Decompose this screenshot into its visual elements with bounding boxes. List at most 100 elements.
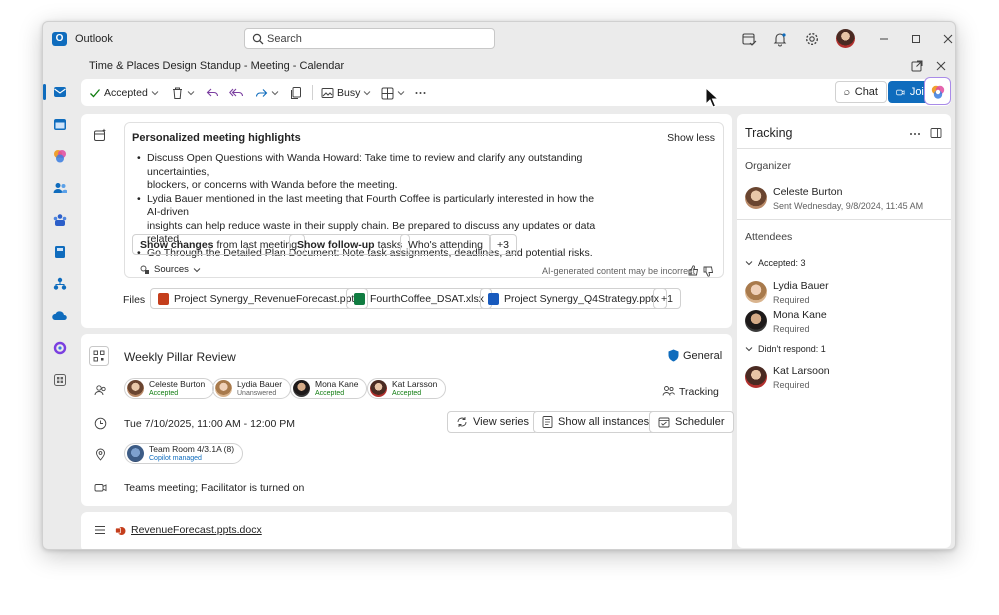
file-chip[interactable]: Project Synergy_Q4Strategy.pptx [480,288,668,309]
categorize-dropdown[interactable] [381,85,405,101]
onedrive-icon[interactable] [52,308,68,324]
outlook-window: O Outlook Search Time & Places Design St… [42,21,956,550]
calendar-checklist-icon[interactable] [741,31,757,47]
gear-icon[interactable] [804,31,820,47]
panel-toggle-icon[interactable] [930,127,942,139]
chevron-down-icon [151,91,159,96]
bell-icon[interactable] [772,31,788,47]
whos-attending-chip[interactable]: Who's attending [400,234,491,255]
attendees-label: Attendees [745,231,793,243]
more-apps-icon[interactable] [52,372,68,388]
loop-file-icon [115,527,126,535]
highlight-item: Discuss Open Questions with Wanda Howard… [137,152,607,193]
viva-icon[interactable] [52,340,68,356]
thumbs-down-icon[interactable] [703,266,714,277]
user-avatar[interactable] [836,29,855,48]
window-subtitle: Time & Places Design Standup - Meeting -… [89,60,345,72]
attachments-card: RevenueForecast.ppts.docx [81,512,732,549]
attachment-link[interactable]: RevenueForecast.ppts.docx [131,524,262,536]
calendar-icon[interactable] [52,116,68,132]
view-series-button[interactable]: View series [447,411,539,433]
grid-icon [381,87,394,99]
chat-icon [844,89,850,95]
attendee-chip[interactable]: Lydia Bauer Unanswered [212,378,292,399]
org-chart-icon[interactable] [52,276,68,292]
video-camera-icon [896,89,905,95]
room-chip[interactable]: Team Room 4/3.1A (8) Copilot managed [124,443,244,464]
meeting-title: Weekly Pillar Review [124,350,236,364]
avatar [370,380,387,397]
avatar [127,380,144,397]
copilot-rail-icon[interactable] [52,148,68,164]
people-icon[interactable] [52,180,68,196]
mouse-cursor-icon [705,87,719,108]
show-less-link[interactable]: Show less [667,132,715,144]
copy-icon[interactable] [290,85,302,101]
show-all-instances-button[interactable]: Show all instances [533,411,659,433]
organizer-label: Organizer [745,160,792,172]
attendee-chip[interactable]: Celeste Burton Accepted [124,378,215,399]
organizer-person[interactable]: Celeste Burton Sent Wednesday, 9/8/2024, … [745,186,923,211]
search-placeholder: Search [267,33,302,45]
room-avatar [127,445,144,462]
highlights-box: Personalized meeting highlights Show les… [124,122,724,278]
checkmark-icon [90,89,100,98]
attendee-chip[interactable]: Kat Larsson Accepted [367,378,447,399]
close-panel-icon[interactable] [933,58,949,74]
title-bar: O Outlook Search [43,22,956,56]
file-chip[interactable]: Project Synergy_RevenueForecast.pptx [150,288,368,309]
location-icon [96,448,105,461]
highlights-title: Personalized meeting highlights [132,132,301,144]
reply-all-icon[interactable] [229,85,244,101]
sources-dropdown[interactable]: Sources [140,264,201,275]
more-files-chip[interactable]: +1 [653,288,681,309]
minimize-icon[interactable] [876,31,892,47]
accepted-group-toggle[interactable]: Accepted: 3 [745,258,806,268]
more-options-icon[interactable] [909,128,921,140]
attendee-row[interactable]: Kat Larsoon Required [745,365,830,390]
lines-icon [95,526,105,534]
chevron-down-icon [271,91,279,96]
ai-disclaimer: AI-generated content may be incorrect [542,266,696,276]
show-changes-chip[interactable]: Show changes from last meeting [132,234,306,255]
scheduler-button[interactable]: Scheduler [649,411,734,433]
trash-icon [173,87,182,99]
shield-icon [668,349,679,362]
tracking-link[interactable]: Tracking [679,386,719,398]
chat-button[interactable]: Chat [835,81,887,103]
maximize-icon[interactable] [908,31,924,47]
groups-icon[interactable] [52,212,68,228]
forward-dropdown[interactable] [255,85,279,101]
more-options-icon[interactable] [414,85,427,101]
attendee-row[interactable]: Mona Kane Required [745,309,827,334]
show-follow-up-chip[interactable]: Show follow-up tasks [289,234,411,255]
attendee-chip[interactable]: Mona Kane Accepted [290,378,368,399]
attendee-row[interactable]: Lydia Bauer Required [745,280,829,305]
meeting-details-card: Weekly Pillar Review General Celeste Bur… [81,334,734,506]
outlook-logo-icon: O [52,32,67,46]
delete-dropdown[interactable] [171,85,195,101]
file-chip[interactable]: FourthCoffee_DSAT.xlsx [346,288,492,309]
avatar [745,366,767,388]
no-response-group-toggle[interactable]: Didn't respond: 1 [745,344,826,354]
mail-icon[interactable] [52,84,68,100]
avatar [293,380,310,397]
powerpoint-file-icon [158,292,169,305]
forward-icon [255,88,268,97]
close-window-icon[interactable] [940,31,956,47]
app-name: Outlook [75,33,113,45]
accepted-dropdown[interactable]: Accepted [89,85,159,101]
sensitivity-label[interactable]: General [683,350,722,362]
pop-out-icon[interactable] [909,58,925,74]
thumbs-up-icon[interactable] [688,265,699,276]
avatar [745,187,767,209]
copilot-button[interactable] [924,77,951,105]
meeting-qr-icon [89,346,109,366]
video-icon [94,484,107,492]
rail-selection-indicator [43,84,46,100]
more-chips-chip[interactable]: +3 [489,234,517,255]
busy-dropdown[interactable]: Busy [321,85,371,101]
search-box[interactable]: Search [244,28,495,49]
reply-icon[interactable] [206,85,219,101]
todo-icon[interactable] [52,244,68,260]
